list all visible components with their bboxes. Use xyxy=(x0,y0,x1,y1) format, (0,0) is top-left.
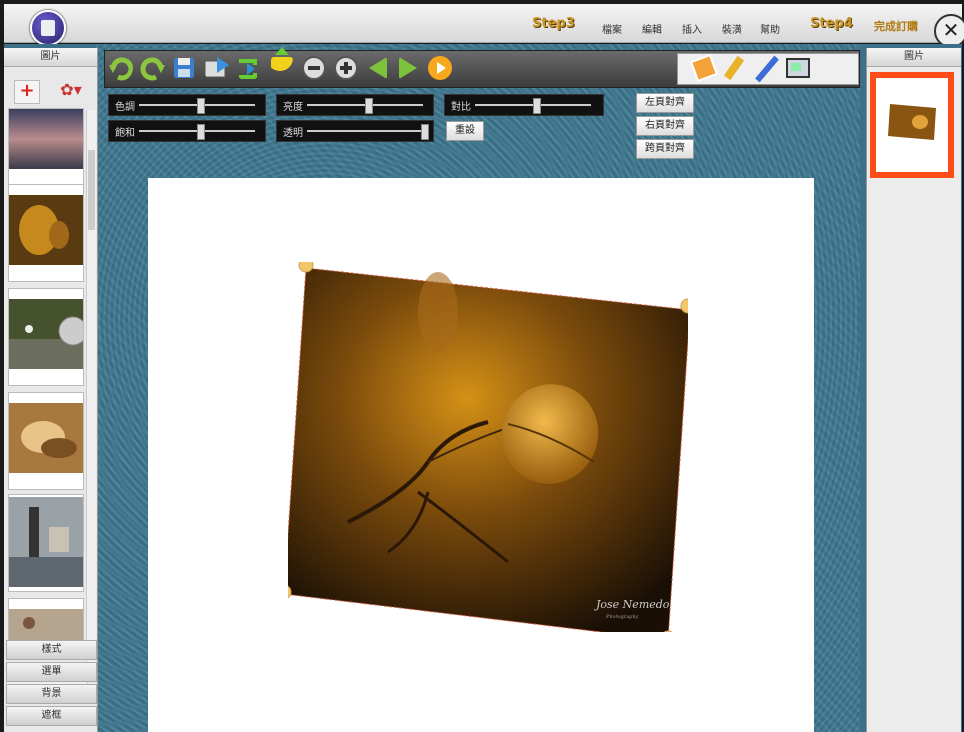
zoom-out-icon[interactable] xyxy=(301,55,327,81)
section-frame[interactable]: 遮框 xyxy=(6,706,97,726)
hue-slider[interactable]: 色調 xyxy=(108,94,266,116)
brightness-label: 亮度 xyxy=(283,102,303,113)
left-panel-title: 圖片 xyxy=(4,48,97,67)
transparency-label: 透明 xyxy=(283,128,303,139)
menu-file[interactable]: 檔案 xyxy=(602,21,622,36)
photo-thumbnail[interactable] xyxy=(8,184,84,282)
close-icon[interactable]: ✕ xyxy=(934,14,964,48)
brightness-slider[interactable]: 亮度 xyxy=(276,94,434,116)
finish-order-button[interactable]: 完成訂購 xyxy=(874,18,918,34)
slider-track xyxy=(307,130,423,132)
contrast-slider[interactable]: 對比 xyxy=(444,94,604,116)
next-icon[interactable] xyxy=(395,55,421,81)
right-panel: 圖片 xyxy=(866,48,961,732)
fill-icon[interactable] xyxy=(267,45,293,71)
hue-label: 色調 xyxy=(115,102,135,113)
slider-knob[interactable] xyxy=(421,124,429,140)
menu-decor[interactable]: 裝潢 xyxy=(722,21,742,36)
save-icon[interactable] xyxy=(171,55,197,81)
resize-handle[interactable] xyxy=(298,262,314,273)
reset-button[interactable]: 重設 xyxy=(446,121,484,141)
redo-icon[interactable] xyxy=(139,55,165,81)
align-spread-button[interactable]: 跨頁對齊 xyxy=(636,139,694,159)
align-left-page-button[interactable]: 左頁對齊 xyxy=(636,93,694,113)
contrast-label: 對比 xyxy=(451,102,471,113)
top-bar: Step3 檔案 編輯 插入 裝潢 幫助 Step4 完成訂購 ✕ xyxy=(4,4,964,48)
thumbnail-image xyxy=(9,109,83,169)
export-icon[interactable] xyxy=(203,55,229,81)
editor-toolbar xyxy=(104,47,860,88)
slider-knob[interactable] xyxy=(197,124,205,140)
screen-icon[interactable] xyxy=(784,56,814,82)
page-thumbnail[interactable] xyxy=(870,72,954,178)
align-right-page-button[interactable]: 右頁對齊 xyxy=(636,116,694,136)
photo-watermark: Jose Nemedo xyxy=(594,598,670,611)
app-logo xyxy=(30,10,66,46)
thumbnail-image xyxy=(9,299,84,369)
pencil-icon[interactable] xyxy=(720,54,754,84)
slider-knob[interactable] xyxy=(197,98,205,114)
photo-thumbnail[interactable] xyxy=(8,288,84,386)
left-panel: 圖片 + ✿▾ 樣式 選單 背景 遮框 xyxy=(4,48,98,732)
menu-help[interactable]: 幫助 xyxy=(760,21,780,36)
section-menu[interactable]: 選單 xyxy=(6,662,97,682)
thumbnail-scrollbar[interactable] xyxy=(86,110,96,666)
photo-thumbnail[interactable] xyxy=(8,392,84,490)
saturation-label: 飽和 xyxy=(115,128,135,139)
rotate-icon[interactable] xyxy=(235,55,261,81)
tool-tray xyxy=(677,53,859,85)
slider-knob[interactable] xyxy=(365,98,373,114)
zoom-in-icon[interactable] xyxy=(333,55,359,81)
photo-thumbnail-list xyxy=(6,108,84,668)
thumbnail-image xyxy=(9,497,83,587)
selected-photo[interactable]: Jose Nemedo Photography xyxy=(288,262,688,632)
photo-tool-icon[interactable] xyxy=(688,54,722,84)
photo-watermark-sub: Photography xyxy=(606,614,639,620)
gear-icon[interactable]: ✿▾ xyxy=(56,80,86,102)
right-panel-title: 圖片 xyxy=(867,48,961,67)
slider-knob[interactable] xyxy=(533,98,541,114)
menu-insert[interactable]: 插入 xyxy=(682,21,702,36)
left-tools: + ✿▾ xyxy=(8,78,93,104)
scrollbar-thumb[interactable] xyxy=(88,150,95,230)
menu-edit[interactable]: 編輯 xyxy=(642,21,662,36)
saturation-slider[interactable]: 飽和 xyxy=(108,120,266,142)
thumbnail-image xyxy=(9,195,83,265)
section-style[interactable]: 樣式 xyxy=(6,640,97,660)
step4-label[interactable]: Step4 xyxy=(810,16,853,31)
section-background[interactable]: 背景 xyxy=(6,684,97,704)
previous-icon[interactable] xyxy=(365,55,391,81)
undo-icon[interactable] xyxy=(107,55,133,81)
brush-icon[interactable] xyxy=(752,54,786,84)
add-photo-button[interactable]: + xyxy=(14,80,40,104)
page-thumbnail-image xyxy=(876,78,948,172)
thumbnail-image xyxy=(9,403,83,473)
play-icon[interactable] xyxy=(427,55,453,81)
step3-label[interactable]: Step3 xyxy=(532,16,575,31)
transparency-slider[interactable]: 透明 xyxy=(276,120,434,142)
photo-thumbnail[interactable] xyxy=(8,494,84,592)
